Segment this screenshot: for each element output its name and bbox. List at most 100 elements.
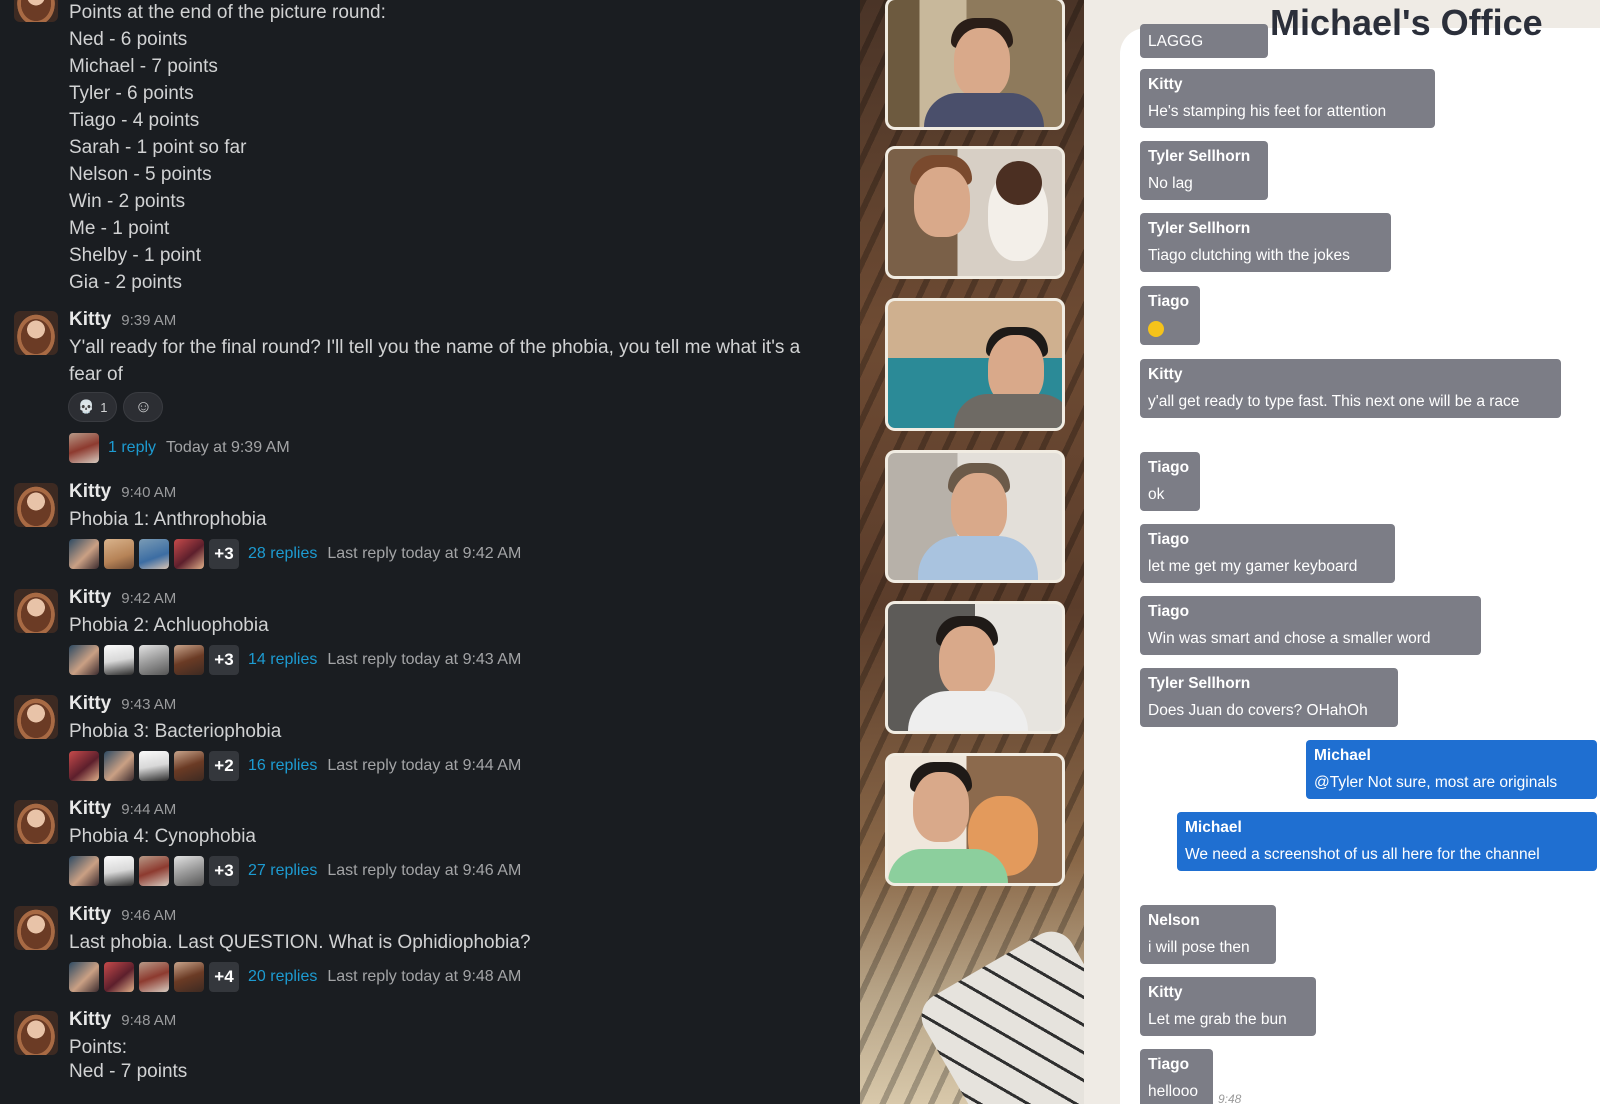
- message-time[interactable]: 9:44 AM: [121, 801, 176, 818]
- reply-count-link[interactable]: 20 replies: [248, 968, 317, 986]
- reply-count-link[interactable]: 28 replies: [248, 545, 317, 563]
- avatar[interactable]: [14, 1011, 58, 1055]
- video-tile[interactable]: [885, 0, 1065, 130]
- message-time[interactable]: 9:39 AM: [121, 312, 176, 329]
- chat-bubble[interactable]: Nelson i will pose then: [1140, 905, 1276, 964]
- avatar[interactable]: [14, 0, 58, 22]
- participant-avatar: [174, 751, 204, 781]
- message-text: Phobia 4: Cynophobia: [69, 826, 256, 847]
- chat-bubble[interactable]: Kitty Let me grab the bun: [1140, 977, 1316, 1036]
- participant-avatar: [69, 645, 99, 675]
- chat-author: Nelson: [1148, 912, 1200, 929]
- reaction-skull[interactable]: 💀 1: [68, 392, 118, 422]
- avatar[interactable]: [14, 311, 58, 355]
- avatar[interactable]: [14, 906, 58, 950]
- thread-summary[interactable]: +3 28 replies Last reply today at 9:42 A…: [69, 539, 521, 569]
- avatar[interactable]: [14, 800, 58, 844]
- chat-bubble[interactable]: LAGGG: [1140, 24, 1268, 58]
- message-author[interactable]: Kitty: [69, 693, 111, 715]
- participant-avatar: [139, 962, 169, 992]
- participant-avatar: [69, 433, 99, 463]
- reply-meta: Last reply today at 9:44 AM: [327, 757, 522, 774]
- chat-author: Tiago: [1148, 1056, 1190, 1073]
- chat-bubble[interactable]: Tiago let me get my gamer keyboard: [1140, 524, 1395, 583]
- video-tile[interactable]: [885, 146, 1065, 279]
- chat-text: Win was smart and chose a smaller word: [1148, 630, 1431, 647]
- message-text: Y'all ready for the final round? I'll te…: [69, 337, 801, 385]
- chat-text: LAGGG: [1148, 33, 1204, 50]
- points-line: Nelson - 5 points: [69, 164, 212, 185]
- chat-bubble[interactable]: Kitty He's stamping his feet for attenti…: [1140, 69, 1435, 128]
- thread-participants: +2: [69, 751, 239, 781]
- video-strip: [860, 0, 1084, 1104]
- video-tile[interactable]: [885, 753, 1065, 886]
- video-tile[interactable]: [885, 601, 1065, 734]
- video-tile[interactable]: [885, 298, 1065, 431]
- chat-bubble[interactable]: Tyler Sellhorn Tiago clutching with the …: [1140, 213, 1391, 272]
- participant-avatar: [104, 962, 134, 992]
- video-tile[interactable]: [885, 450, 1065, 583]
- message-author[interactable]: Kitty: [69, 481, 111, 503]
- chat-bubble-own[interactable]: Michael We need a screenshot of us all h…: [1177, 812, 1597, 871]
- thread-participants: +3: [69, 645, 239, 675]
- thread-summary[interactable]: +4 20 replies Last reply today at 9:48 A…: [69, 962, 521, 992]
- chat-bubble[interactable]: Tiago ok: [1140, 452, 1200, 511]
- points-line: Points at the end of the picture round:: [69, 2, 386, 23]
- participant-avatar: [104, 856, 134, 886]
- chat-text: Tiago clutching with the jokes: [1148, 247, 1350, 264]
- message-time[interactable]: 9:43 AM: [121, 696, 176, 713]
- add-reaction-button[interactable]: ☺: [123, 392, 164, 422]
- message-author[interactable]: Kitty: [69, 1009, 111, 1031]
- reply-count-link[interactable]: 27 replies: [248, 862, 317, 880]
- points-line: Win - 2 points: [69, 191, 186, 212]
- reaction-count: 1: [100, 399, 108, 415]
- thread-summary[interactable]: +3 27 replies Last reply today at 9:46 A…: [69, 856, 521, 886]
- thread-summary[interactable]: 1 reply Today at 9:39 AM: [69, 433, 290, 463]
- chat-author: Tiago: [1148, 531, 1190, 548]
- avatar[interactable]: [14, 483, 58, 527]
- participant-avatar: [69, 962, 99, 992]
- message-time[interactable]: 9:48 AM: [121, 1012, 176, 1029]
- chat-author: Kitty: [1148, 984, 1183, 1001]
- message-author[interactable]: Kitty: [69, 309, 111, 331]
- reply-meta: Last reply today at 9:43 AM: [327, 651, 522, 668]
- avatar[interactable]: [14, 695, 58, 739]
- message-time[interactable]: 9:42 AM: [121, 590, 176, 607]
- thread-summary[interactable]: +3 14 replies Last reply today at 9:43 A…: [69, 645, 521, 675]
- chat-text: No lag: [1148, 175, 1193, 192]
- message-author[interactable]: Kitty: [69, 904, 111, 926]
- chat-author: Tiago: [1148, 293, 1190, 310]
- reply-meta: Last reply today at 9:42 AM: [327, 545, 522, 562]
- participant-avatar: [104, 751, 134, 781]
- participant-avatar: [104, 645, 134, 675]
- participant-avatar: [69, 856, 99, 886]
- more-participants: +3: [209, 645, 239, 675]
- chat-bubble[interactable]: Tiago: [1140, 286, 1200, 345]
- chat-bubble[interactable]: Kitty y'all get ready to type fast. This…: [1140, 359, 1561, 418]
- reply-count-link[interactable]: 1 reply: [108, 439, 156, 457]
- message-header: Kitty 9:40 AM: [69, 481, 176, 503]
- message-time[interactable]: 9:46 AM: [121, 907, 176, 924]
- thread-participants: [69, 433, 99, 463]
- message-author[interactable]: Kitty: [69, 587, 111, 609]
- chat-bubble[interactable]: Tyler Sellhorn No lag: [1140, 141, 1268, 200]
- chat-bubble[interactable]: Tyler Sellhorn Does Juan do covers? OHah…: [1140, 668, 1398, 727]
- message-time[interactable]: 9:40 AM: [121, 484, 176, 501]
- thread-summary[interactable]: +2 16 replies Last reply today at 9:44 A…: [69, 751, 521, 781]
- chat-bubble[interactable]: Tiago Win was smart and chose a smaller …: [1140, 596, 1481, 655]
- chat-bubble[interactable]: Tiago hellooo: [1140, 1049, 1213, 1104]
- chat-bubble-own[interactable]: Michael @Tyler Not sure, most are origin…: [1306, 740, 1597, 799]
- participant-avatar: [139, 751, 169, 781]
- skull-icon: 💀: [78, 399, 95, 414]
- more-participants: +2: [209, 751, 239, 781]
- add-emoji-icon: ☺: [134, 397, 153, 416]
- points-line: Tiago - 4 points: [69, 110, 200, 131]
- message-header: Kitty 9:39 AM: [69, 309, 176, 331]
- participant-avatar: [174, 856, 204, 886]
- message-author[interactable]: Kitty: [69, 798, 111, 820]
- participant-avatar: [174, 962, 204, 992]
- reply-count-link[interactable]: 16 replies: [248, 757, 317, 775]
- chat-text: Let me grab the bun: [1148, 1011, 1287, 1028]
- avatar[interactable]: [14, 589, 58, 633]
- reply-count-link[interactable]: 14 replies: [248, 651, 317, 669]
